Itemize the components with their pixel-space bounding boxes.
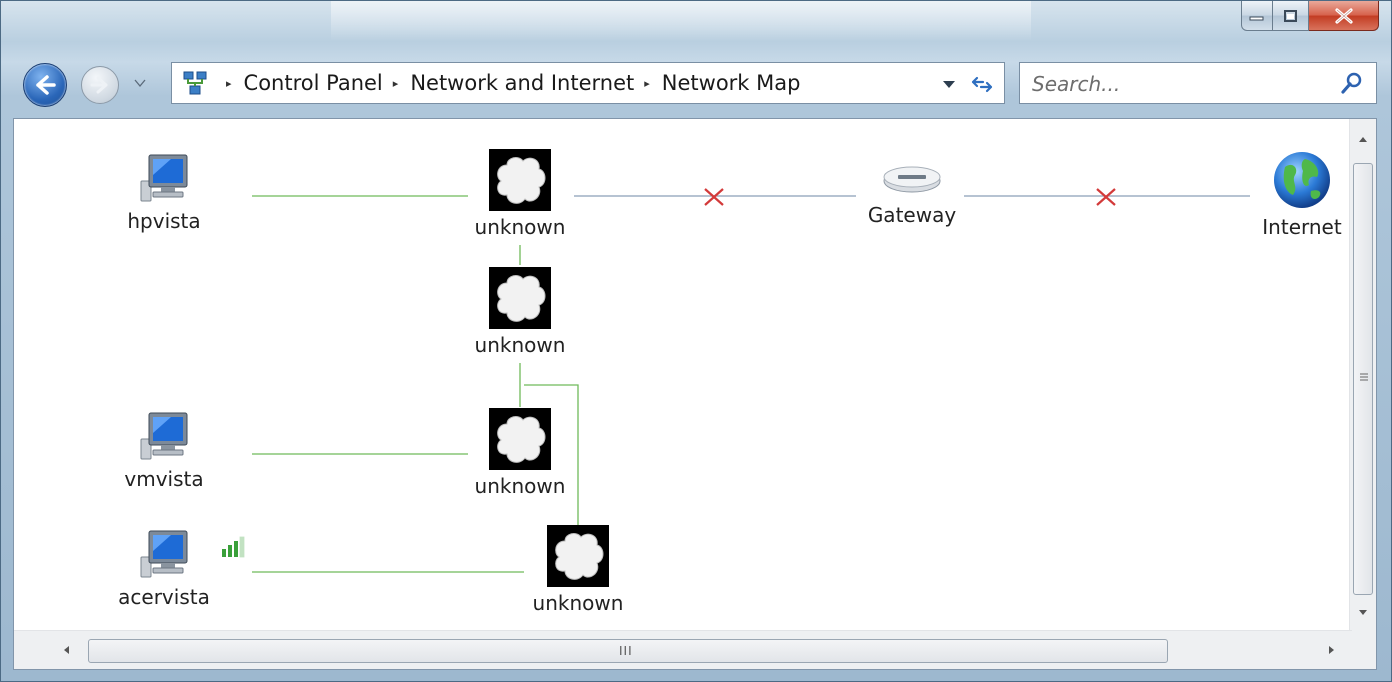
close-button[interactable] (1309, 1, 1379, 31)
node-label: unknown (474, 333, 566, 357)
horizontal-scroll-thumb[interactable]: III (88, 639, 1168, 663)
unknown-device-icon (547, 525, 609, 587)
minimize-icon (1249, 16, 1264, 20)
recent-pages-dropdown[interactable] (133, 78, 147, 88)
breadcrumb-separator[interactable]: ▸ (226, 77, 232, 90)
scroll-left-arrow-icon[interactable] (62, 645, 70, 655)
explorer-window: ▸ Control Panel ▸ Network and Internet ▸… (0, 0, 1392, 682)
scroll-grip: III (619, 644, 633, 658)
broken-link-x-icon (1096, 188, 1116, 206)
back-arrow-icon (36, 75, 56, 95)
node-unknown-3[interactable]: unknown (450, 408, 590, 498)
unknown-device-icon (489, 149, 551, 211)
search-box[interactable] (1019, 62, 1377, 105)
title-bar-glass (331, 1, 1031, 41)
node-acervista[interactable]: acervista (94, 529, 234, 609)
unknown-device-icon (489, 408, 551, 470)
node-label: unknown (532, 591, 624, 615)
node-unknown-4[interactable]: unknown (508, 525, 648, 615)
address-bar[interactable]: ▸ Control Panel ▸ Network and Internet ▸… (171, 62, 1005, 104)
node-label: Gateway (867, 203, 957, 227)
search-icon[interactable] (1340, 71, 1364, 95)
globe-icon (1274, 152, 1330, 208)
router-icon (883, 166, 941, 193)
unknown-device-icon (489, 267, 551, 329)
node-unknown-1[interactable]: unknown (450, 149, 590, 239)
node-vmvista[interactable]: vmvista (94, 411, 234, 491)
scroll-grip-icon (1360, 373, 1368, 381)
minimize-button[interactable] (1241, 1, 1273, 31)
refresh-icon[interactable] (970, 73, 994, 95)
horizontal-scrollbar[interactable]: III (14, 630, 1352, 669)
vertical-scroll-thumb[interactable] (1353, 163, 1373, 595)
back-button[interactable] (23, 63, 67, 107)
network-icon (183, 71, 207, 95)
breadcrumb-separator[interactable]: ▸ (644, 77, 650, 90)
forward-arrow-icon (90, 76, 108, 94)
broken-link-x-icon (704, 188, 724, 206)
breadcrumb-network-and-internet[interactable]: Network and Internet (410, 71, 634, 95)
network-map-view: hpvista unknown Gateway Internet unknown… (13, 118, 1377, 670)
node-hpvista[interactable]: hpvista (94, 153, 234, 233)
close-icon (1334, 7, 1353, 24)
node-label: hpvista (127, 209, 201, 233)
scroll-right-arrow-icon[interactable] (1328, 645, 1336, 655)
computer-icon (140, 154, 188, 202)
breadcrumb-network-map[interactable]: Network Map (662, 71, 801, 95)
scroll-down-arrow-icon[interactable] (1358, 609, 1368, 617)
node-unknown-2[interactable]: unknown (450, 267, 590, 357)
node-label: acervista (118, 585, 210, 609)
scrollbar-corner (1350, 631, 1376, 669)
breadcrumb-control-panel[interactable]: Control Panel (244, 71, 383, 95)
wireless-signal-icon (222, 536, 245, 558)
forward-button[interactable] (81, 66, 119, 104)
window-controls (1241, 1, 1379, 33)
computer-icon (140, 530, 188, 578)
node-gateway[interactable]: Gateway (842, 159, 982, 227)
vertical-scrollbar[interactable] (1349, 119, 1376, 631)
search-input[interactable] (1020, 63, 1334, 105)
maximize-button[interactable] (1273, 1, 1309, 31)
node-label: Internet (1262, 215, 1342, 239)
address-dropdown-icon[interactable] (942, 79, 956, 89)
maximize-icon (1283, 9, 1297, 22)
node-label: vmvista (124, 467, 204, 491)
computer-icon (140, 412, 188, 460)
scroll-up-arrow-icon[interactable] (1358, 135, 1368, 143)
node-label: unknown (474, 474, 566, 498)
node-label: unknown (474, 215, 566, 239)
breadcrumb-separator[interactable]: ▸ (393, 77, 399, 90)
